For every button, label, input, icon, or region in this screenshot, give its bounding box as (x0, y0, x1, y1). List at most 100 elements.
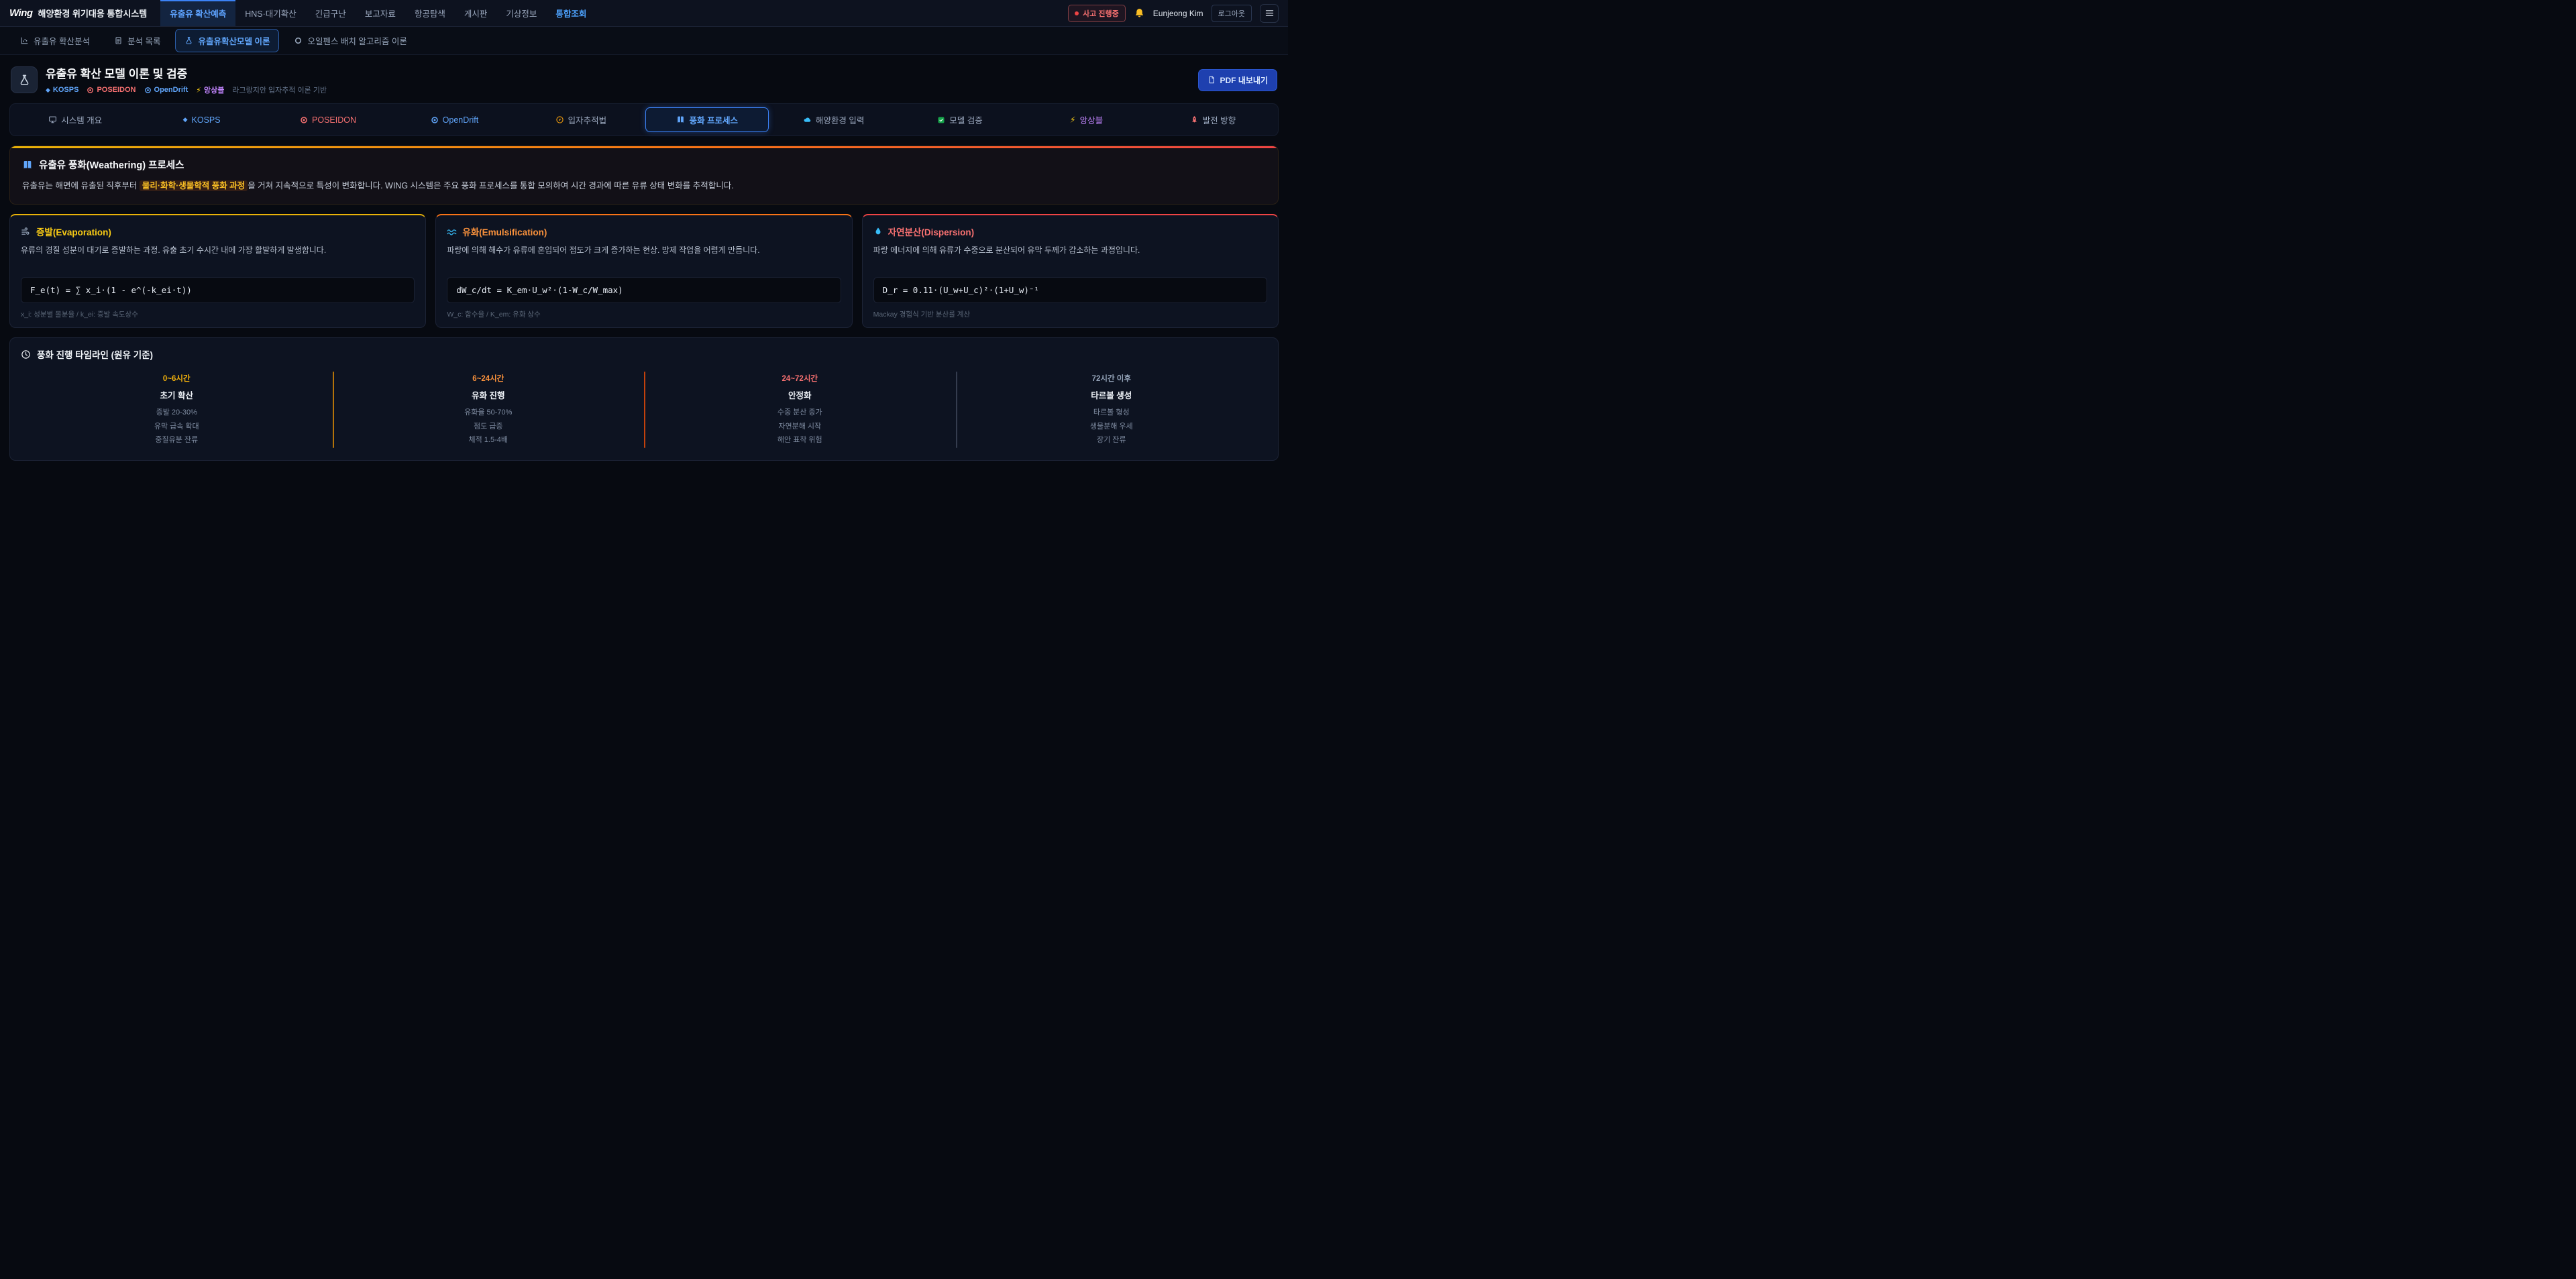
check-icon (937, 116, 945, 124)
diamond-icon: ◆ (183, 116, 188, 123)
card-title: 증발(Evaporation) (21, 225, 415, 238)
nav-reports[interactable]: 보고자료 (356, 0, 405, 26)
incident-status-badge[interactable]: 사고 진행중 (1068, 5, 1126, 22)
wing-logo-text: Wing (9, 7, 33, 19)
monitor-icon (48, 115, 57, 124)
phase-detail: 유막 급속 확대 (29, 420, 325, 433)
subtab-bar: 유출유 확산분석 분석 목록 유출유확산모델 이론 오일펜스 배치 알고리즘 이… (0, 27, 1288, 55)
card-evaporation: 증발(Evaporation) 유류의 경질 성분이 대기로 증발하는 과정. … (9, 214, 426, 328)
nav-oil-spill-forecast[interactable]: 유출유 확산예측 (160, 0, 235, 26)
tab-particle-tracking[interactable]: 입자추적법 (519, 107, 643, 132)
page-title: 유출유 확산 모델 이론 및 검증 (46, 64, 327, 81)
nav-aerial-search[interactable]: 항공탐색 (405, 0, 455, 26)
incident-status-label: 사고 진행중 (1083, 8, 1119, 19)
main-content: 유출유 확산 모델 이론 및 검증 ◆KOSPS POSEIDON OpenDr… (0, 55, 1288, 477)
droplet-icon (873, 227, 883, 236)
tab-poseidon[interactable]: POSEIDON (266, 109, 390, 131)
logout-button[interactable]: 로그아웃 (1212, 5, 1252, 22)
tab-model-validation[interactable]: 모델 검증 (898, 107, 1022, 132)
lightning-icon: ⚡ (196, 86, 201, 95)
weathering-timeline: 풍화 진행 타임라인 (원유 기준) 0~6시간 초기 확산 증발 20-30%… (9, 337, 1279, 461)
notification-bell-icon[interactable] (1134, 7, 1145, 19)
formula-note: W_c: 함수율 / K_em: 유화 상수 (447, 309, 841, 319)
emulsification-formula: dW_c/dt = K_em·U_w²·(1-W_c/W_max) (447, 277, 841, 303)
scatter-chart-icon (20, 36, 29, 45)
card-title: 유화(Emulsification) (447, 225, 841, 238)
card-dispersion: 자연분산(Dispersion) 파랑 에너지에 의해 유류가 수중으로 분산되… (862, 214, 1279, 328)
hamburger-menu-icon[interactable] (1260, 4, 1279, 23)
timeline-phase-stabilize: 24~72시간 안정화 수중 분산 증가 자연분해 시작 해안 표착 위험 (644, 370, 956, 449)
subtab-label: 분석 목록 (127, 34, 160, 47)
phase-detail: 점도 급증 (341, 420, 637, 433)
document-list-icon (114, 36, 123, 45)
subtab-analysis-list[interactable]: 분석 목록 (105, 29, 170, 52)
tab-kosps[interactable]: ◆ KOSPS (140, 109, 263, 131)
book-icon (676, 115, 685, 124)
phase-detail: 증발 20-30% (29, 406, 325, 419)
timeline-title: 풍화 진행 타임라인 (원유 기준) (21, 347, 1267, 361)
model-badges: ◆KOSPS POSEIDON OpenDrift ⚡앙상블 라그랑지안 입자추… (46, 85, 327, 95)
subtab-model-theory[interactable]: 유출유확산모델 이론 (175, 29, 279, 52)
subtab-boom-algorithm[interactable]: 오일펜스 배치 알고리즘 이론 (284, 29, 416, 52)
phase-name: 초기 확산 (29, 388, 325, 401)
subtab-label: 유출유 확산분석 (34, 34, 90, 47)
highlighted-phrase: 물리·화학·생물학적 풍화 과정 (140, 180, 248, 191)
tab-system-overview[interactable]: 시스템 개요 (13, 107, 137, 132)
phase-detail: 타르볼 형성 (964, 406, 1260, 419)
flask-icon (184, 36, 193, 45)
timeline-grid: 0~6시간 초기 확산 증발 20-30% 유막 급속 확대 중질유분 잔류 6… (21, 370, 1267, 449)
phase-period: 0~6시간 (29, 373, 325, 384)
nav-board[interactable]: 게시판 (455, 0, 497, 26)
target-icon (300, 116, 308, 124)
subtab-spill-analysis[interactable]: 유출유 확산분석 (11, 29, 99, 52)
phase-detail: 중질유분 잔류 (29, 433, 325, 447)
phase-name: 안정화 (652, 388, 948, 401)
tab-opendrift[interactable]: OpenDrift (392, 109, 516, 131)
pdf-export-button[interactable]: PDF 내보내기 (1198, 69, 1278, 91)
timeline-divider (333, 372, 334, 448)
nav-hns-atmosphere[interactable]: HNS·대기확산 (235, 0, 306, 26)
phase-detail: 체적 1.5-4배 (341, 433, 637, 447)
target-icon (87, 87, 94, 94)
nav-emergency-rescue[interactable]: 긴급구난 (306, 0, 356, 26)
tab-ensemble[interactable]: ⚡ 앙상블 (1024, 107, 1148, 132)
timeline-divider (956, 372, 957, 448)
lightning-icon: ⚡ (1070, 115, 1076, 125)
tab-future-direction[interactable]: 발전 방향 (1151, 107, 1275, 132)
weathering-intro-text: 유출유는 해면에 유출된 직후부터 물리·화학·생물학적 풍화 과정을 거쳐 지… (22, 179, 1266, 193)
app-title: 해양환경 위기대응 통합시스템 (38, 7, 148, 19)
section-tabstrip: 시스템 개요 ◆ KOSPS POSEIDON OpenDrift 입자추적법 … (9, 103, 1279, 136)
timeline-phase-emulsify: 6~24시간 유화 진행 유화율 50-70% 점도 급증 체적 1.5-4배 (333, 370, 645, 449)
topbar: Wing 해양환경 위기대응 통합시스템 유출유 확산예측 HNS·대기확산 긴… (0, 0, 1288, 27)
page-header: 유출유 확산 모델 이론 및 검증 ◆KOSPS POSEIDON OpenDr… (9, 55, 1279, 103)
phase-detail: 해안 표착 위험 (652, 433, 948, 447)
phase-name: 유화 진행 (341, 388, 637, 401)
drift-circle-icon (144, 87, 152, 94)
nav-weather-info[interactable]: 기상정보 (496, 0, 546, 26)
weathering-section-title: 유출유 풍화(Weathering) 프로세스 (22, 158, 1266, 172)
card-description: 유류의 경질 성분이 대기로 증발하는 과정. 유출 초기 수시간 내에 가장 … (21, 244, 415, 270)
timeline-divider (644, 372, 645, 448)
page-subtitle: 라그랑지안 입자추적 이론 기반 (232, 85, 327, 95)
phase-detail: 장기 잔류 (964, 433, 1260, 447)
phase-detail: 생물분해 우세 (964, 420, 1260, 433)
tab-ocean-environment-input[interactable]: 해양환경 입력 (771, 107, 895, 132)
process-cards: 증발(Evaporation) 유류의 경질 성분이 대기로 증발하는 과정. … (9, 214, 1279, 328)
subtab-label: 유출유확산모델 이론 (198, 34, 270, 47)
rocket-icon (1190, 115, 1199, 124)
dispersion-formula: D_r = 0.11·(U_w+U_c)²·(1+U_w)⁻¹ (873, 277, 1267, 303)
card-title: 자연분산(Dispersion) (873, 225, 1267, 238)
app-logo: Wing 해양환경 위기대응 통합시스템 (9, 7, 147, 19)
phase-detail: 유화율 50-70% (341, 406, 637, 419)
tab-weathering-process[interactable]: 풍화 프로세스 (645, 107, 769, 132)
ring-icon (294, 36, 303, 45)
phase-period: 72시간 이후 (964, 373, 1260, 384)
weathering-section: 유출유 풍화(Weathering) 프로세스 유출유는 해면에 유출된 직후부… (9, 146, 1279, 205)
timeline-phase-tarball: 72시간 이후 타르볼 생성 타르볼 형성 생물분해 우세 장기 잔류 (956, 370, 1268, 449)
nav-integrated-search[interactable]: 통합조회 (546, 0, 596, 26)
book-icon (22, 160, 33, 170)
badge-opendrift: OpenDrift (144, 86, 189, 94)
badge-ensemble: ⚡앙상블 (196, 85, 224, 95)
drift-circle-icon (431, 116, 439, 124)
compass-icon (555, 115, 564, 124)
